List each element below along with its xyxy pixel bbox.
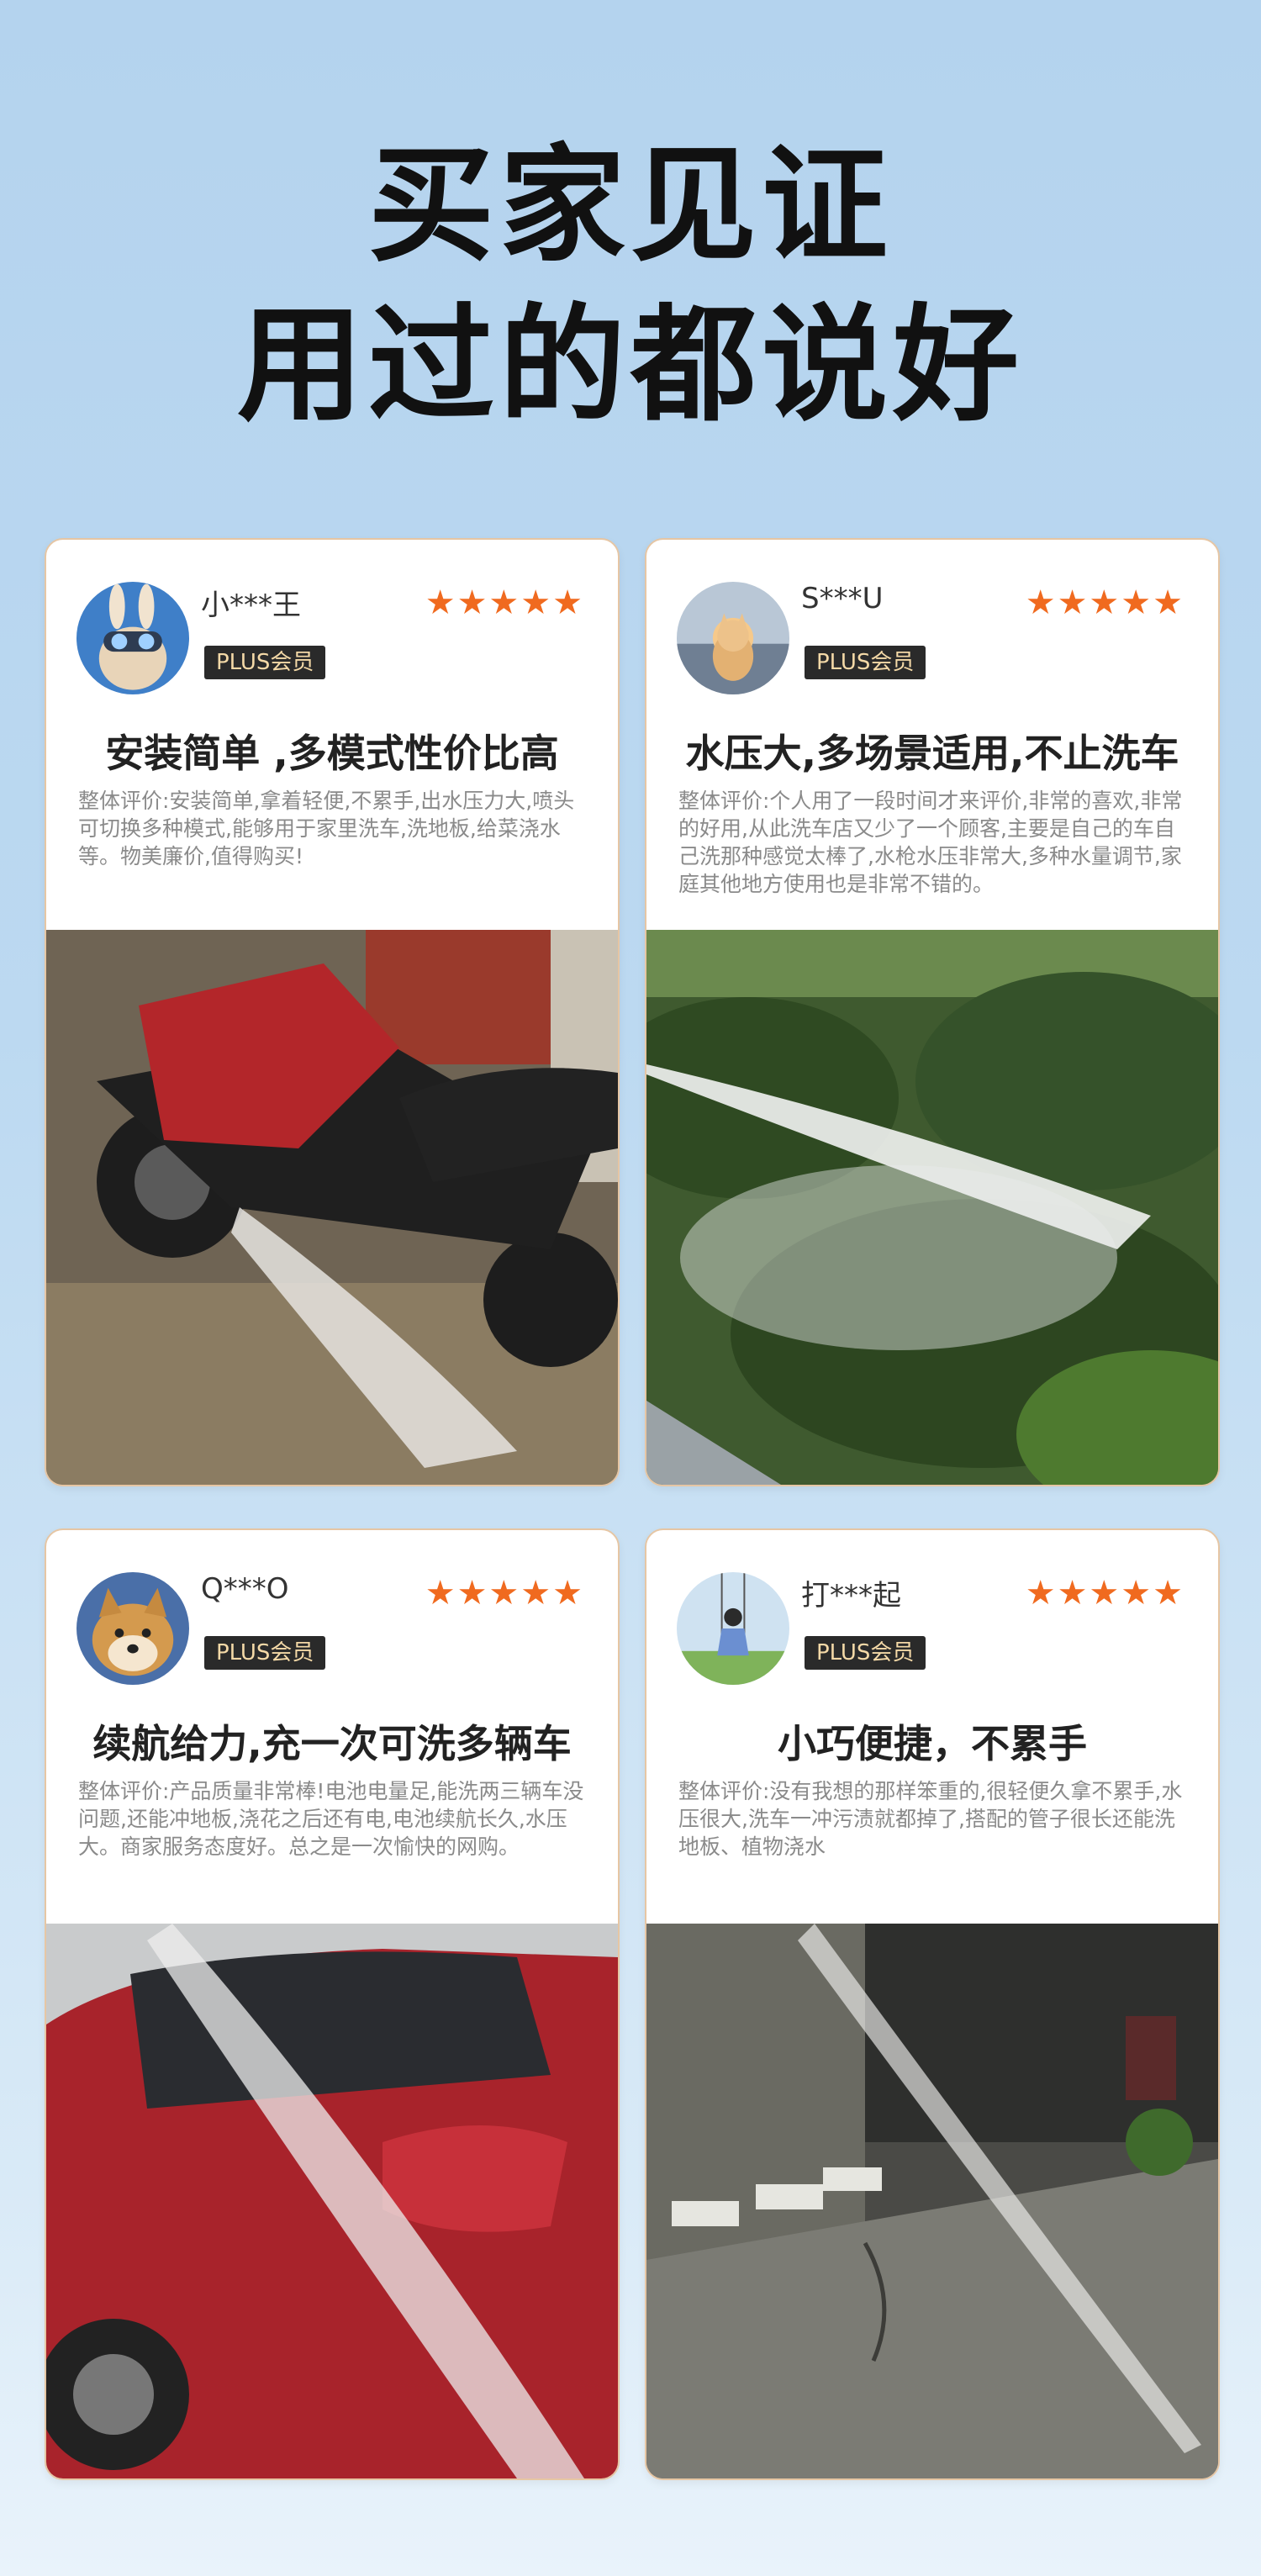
red-car-washing-photo [46,1924,618,2478]
rating-stars: ★★★★★ [425,1574,584,1613]
review-card: 打***起 PLUS会员 ★★★★★ 小巧便捷，不累手 整体评价:没有我想的那样… [645,1528,1220,2480]
review-text: 整体评价:没有我想的那样笨重的,很轻便久拿不累手,水压很大,洗车一冲污渍就都掉了… [678,1779,1183,1859]
plus-member-badge: PLUS会员 [204,1636,326,1670]
cat-sunset-avatar-icon [677,582,789,694]
plus-member-badge: PLUS会员 [204,646,326,679]
headline-line-1: 买家见证 [367,133,893,279]
username: 打***起 [801,1579,901,1613]
review-title: 水压大,多场景适用,不止洗车 [685,731,1179,776]
rating-stars: ★★★★★ [1025,1574,1184,1613]
review-text: 整体评价:个人用了一段时间才来评价,非常的喜欢,非常的好用,从此洗车店又少了一个… [678,789,1183,896]
review-title: 小巧便捷，不累手 [778,1721,1087,1766]
shiba-dog-avatar-icon [77,1572,189,1685]
girl-swing-avatar-icon [677,1572,789,1685]
review-title: 续航给力,充一次可洗多辆车 [92,1721,572,1766]
review-card: 小***王 PLUS会员 ★★★★★ 安装简单 ,多模式性价比高 整体评价:安装… [45,538,620,1486]
rating-stars: ★★★★★ [425,583,584,622]
username: S***U [801,582,884,615]
rating-stars: ★★★★★ [1025,583,1184,622]
headline-line-2: 用过的都说好 [236,293,1024,439]
review-title: 安装简单 ,多模式性价比高 [105,731,559,776]
plus-member-badge: PLUS会员 [805,646,926,679]
plus-member-badge: PLUS会员 [805,1636,926,1670]
review-card: S***U PLUS会员 ★★★★★ 水压大,多场景适用,不止洗车 整体评价:个… [645,538,1220,1486]
motorcycle-washing-photo [46,930,618,1485]
garden-spray-photo [646,930,1218,1485]
review-text: 整体评价:产品质量非常棒!电池电量足,能洗两三辆车没问题,还能冲地板,浇花之后还… [78,1779,584,1859]
review-text: 整体评价:安装简单,拿着轻便,不累手,出水压力大,喷头可切换多种模式,能够用于家… [78,789,575,868]
review-card: Q***O PLUS会员 ★★★★★ 续航给力,充一次可洗多辆车 整体评价:产品… [45,1528,620,2480]
username: Q***O [201,1572,289,1606]
courtyard-spray-photo [646,1924,1218,2478]
username: 小***王 [201,589,301,622]
rabbit-goggles-avatar-icon [77,582,189,694]
